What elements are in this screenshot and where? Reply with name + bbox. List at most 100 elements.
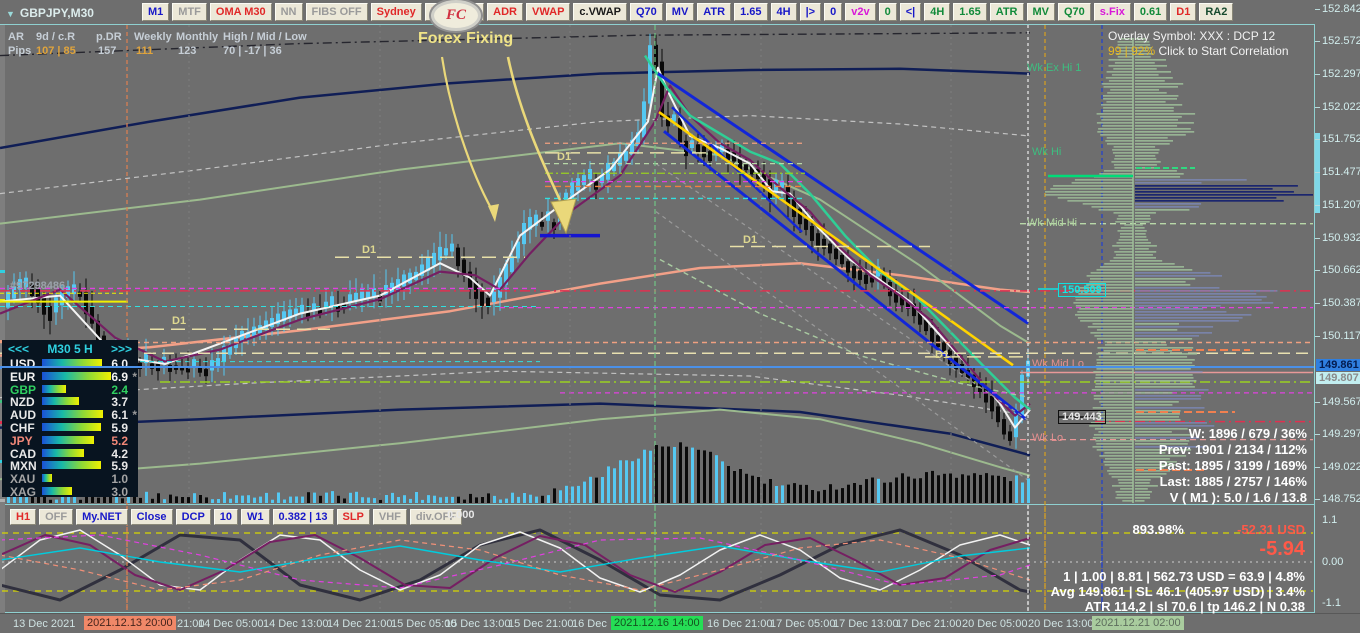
price-tick: 150.662 [1315, 264, 1360, 277]
account-percent: 893.98% [1132, 522, 1184, 537]
toolbar-button-1-65[interactable]: 1.65 [734, 3, 768, 21]
toolbar-button-1-65[interactable]: 1.65 [953, 3, 987, 21]
currency-row-gbp[interactable]: GBP 2.4 [2, 383, 138, 397]
toolbar-button-h1[interactable]: H1 [10, 509, 37, 525]
time-axis-highlight: 2021.12.16 14:00 [611, 616, 703, 630]
toolbar-button-mtf[interactable]: MTF [172, 3, 207, 21]
panel-next-arrows[interactable]: >>> [111, 342, 132, 356]
fc-badge[interactable]: FC [431, 0, 481, 31]
toolbar-button-sydney[interactable]: Sydney [370, 3, 422, 21]
toolbar-button-my-net[interactable]: My.NET [76, 509, 128, 525]
price-tick: 152.572 [1315, 35, 1360, 47]
toolbar-button-mv[interactable]: MV [665, 3, 695, 21]
info-hml-head: High / Mid / Low [223, 31, 307, 43]
currency-row-mxn[interactable]: MXN 5.9 [2, 459, 138, 473]
currency-row-chf[interactable]: CHF 5.9 [2, 421, 138, 435]
price-tick: 150.387 [1315, 297, 1360, 310]
d1-level-label-4: D1 [743, 234, 758, 246]
toolbar-button-mv[interactable]: MV [1026, 3, 1055, 21]
toolbar-button-s-fix[interactable]: s.Fix [1093, 3, 1131, 21]
price-tick: 151.752 [1315, 133, 1360, 146]
currency-row-aud[interactable]: AUD 6.1 * [2, 408, 138, 422]
currency-row-jpy[interactable]: JPY 5.2 [2, 434, 138, 448]
toolbar-button-fibs-off[interactable]: FIBS OFF [305, 3, 368, 21]
toolbar-button-d1[interactable]: D1 [1170, 3, 1197, 21]
info-monthly-head: Monthly [176, 31, 219, 43]
info-ar-label: AR [8, 31, 24, 43]
oscillator-scale-tick: -1.1 [1322, 597, 1341, 609]
price-tick: 150.932 [1315, 231, 1360, 244]
toolbar-button-close[interactable]: Close [130, 509, 173, 525]
correlation-values: 99 | 92% [1108, 44, 1156, 58]
toolbar-button-w1[interactable]: W1 [241, 509, 270, 525]
currency-row-cad[interactable]: CAD 4.2 [2, 447, 138, 461]
strength-bar [42, 435, 94, 444]
toolbar-button-4h[interactable]: 4H [924, 3, 951, 21]
toolbar-button-v2v[interactable]: v2v [845, 3, 876, 21]
toolbar-button-m1[interactable]: M1 [142, 3, 170, 21]
toolbar-button-4h[interactable]: 4H [770, 3, 797, 21]
toolbar-button-x[interactable]: <| [899, 3, 922, 21]
price-tick: 151.207 [1315, 198, 1360, 211]
time-axis-highlight: 2021.12.13 20:00 [84, 616, 176, 630]
price-level-tag-low: 149.443 [1058, 410, 1106, 424]
time-axis-label: 13 Dec 2021 [13, 618, 76, 630]
toolbar-button-0[interactable]: 0 [824, 3, 843, 21]
volume-stats-box: W: 1896 / 679 / 36% Prev: 1901 / 2134 / … [1159, 426, 1307, 506]
level-label-wk-lo: Wk Lo [1032, 432, 1064, 444]
toolbar-button-adr[interactable]: ADR [487, 3, 524, 21]
stats-last-line: Last: 1885 / 2757 / 146% [1159, 474, 1307, 489]
toolbar-button-slp[interactable]: SLP [336, 509, 370, 525]
info-9d-cr-head: 9d / c.R [36, 31, 76, 43]
correlation-hint[interactable]: Click to Start Correlation [1155, 44, 1288, 58]
toolbar-button-10[interactable]: 10 [213, 509, 239, 525]
stats-week-line: W: 1896 / 679 / 36% [1188, 426, 1307, 441]
time-axis-label: 17 Dec 21:00 [896, 618, 962, 630]
toolbar-button-vhf[interactable]: VHF [372, 509, 407, 525]
toolbar-button-vwap[interactable]: VWAP [526, 3, 571, 21]
toolbar-button-0-61[interactable]: 0.61 [1133, 3, 1168, 21]
overlay-correlation-info[interactable]: Overlay Symbol: XXX : DCP 12 99 | 92% Cl… [1108, 29, 1289, 59]
toolbar-button-c-vwap[interactable]: c.VWAP [573, 3, 627, 21]
price-tick: 149.022 [1315, 461, 1360, 473]
toolbar-button-ra2[interactable]: RA2 [1199, 3, 1234, 21]
toolbar-button-q70[interactable]: Q70 [630, 3, 663, 21]
stats-prev-line: Prev: 1901 / 2134 / 112% [1158, 442, 1307, 457]
time-axis[interactable]: 13 Dec 2021 21:00 14 Dec 05:00 14 Dec 13:00… [0, 613, 1360, 633]
toolbar-button-atr[interactable]: ATR [989, 3, 1024, 21]
time-axis-label: 15 Dec 13:00 [445, 618, 511, 630]
price-tick: 151.477 [1315, 166, 1360, 179]
toolbar-button-x[interactable]: |> [799, 3, 822, 21]
level-label-wk-mid-hi: Wk Mid Hi [1027, 217, 1078, 229]
currency-row-xau[interactable]: XAU 1.0 [2, 472, 138, 486]
strength-bar [42, 423, 101, 431]
time-axis-highlight: 2021.12.21 02:00 [1092, 616, 1184, 630]
toolbar-button-0[interactable]: 0 [878, 3, 897, 21]
currency-row-xag[interactable]: XAG 3.0 [2, 485, 138, 499]
info-weekly-head: Weekly [134, 31, 172, 43]
time-axis-label: 16 Dec [572, 618, 607, 630]
stats-vm1-line: V ( M1 ): 5.0 / 1.6 / 13.8 [1169, 490, 1307, 505]
correlation-line: 99 | 92% Click to Start Correlation [1108, 44, 1289, 59]
toolbar-button-q70[interactable]: Q70 [1058, 3, 1091, 21]
toolbar-button-oma-m30[interactable]: OMA M30 [209, 3, 272, 21]
currency-strength-panel[interactable]: <<< M30 5 H >>> USD 6.0 EUR 6.9 * GBP 2.4 NZD 3.… [2, 340, 138, 499]
toolbar-button-dcp[interactable]: DCP [175, 509, 211, 525]
price-tick: 148.752 [1315, 493, 1360, 506]
trading-terminal-window: ▼ GBPJPY,M30 M1 MTF OMA M30 NN FIBS OFF Sydney… [0, 0, 1360, 633]
toolbar-button-0-382-13[interactable]: 0.382 | 13 [272, 509, 334, 525]
strength-bar [42, 487, 72, 495]
d1-level-label-2: D1 [362, 244, 377, 256]
ask-price-badge: 149.807 [1316, 371, 1360, 384]
symbol-title[interactable]: ▼ GBPJPY,M30 [6, 6, 94, 20]
order-id-label: #97298486 [10, 280, 66, 292]
time-axis-label: 20 Dec 13:00 [1028, 618, 1094, 630]
toolbar-button-atr[interactable]: ATR [697, 3, 732, 21]
currency-row-nzd[interactable]: NZD 3.7 [2, 395, 138, 409]
price-tick: 150.117 [1315, 329, 1360, 342]
level-label-wk-mid-lo: Wk Mid Lo [1032, 358, 1084, 370]
currency-row-eur[interactable]: EUR 6.9 * [2, 370, 138, 384]
strength-bar [42, 384, 66, 393]
toolbar-button-nn[interactable]: NN [274, 3, 303, 21]
toolbar-button-off[interactable]: OFF [39, 509, 74, 525]
